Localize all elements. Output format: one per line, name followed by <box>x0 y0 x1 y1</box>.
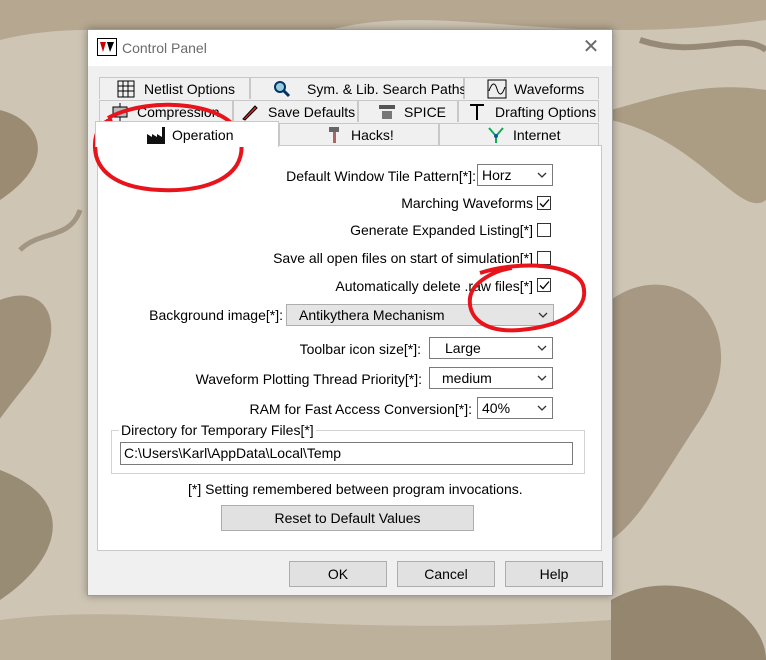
drafting-icon <box>470 104 484 120</box>
tab-netlist-options[interactable]: Netlist Options <box>99 77 250 99</box>
checkmark-icon <box>539 199 550 208</box>
temp-dir-input[interactable]: C:\Users\Karl\AppData\Local\Temp <box>120 442 573 465</box>
ram-conversion-label: RAM for Fast Access Conversion[*]: <box>249 401 472 417</box>
factory-icon <box>147 127 165 144</box>
temp-dir-group-title: Directory for Temporary Files[*] <box>119 422 316 438</box>
close-icon: ✕ <box>582 36 600 58</box>
expanded-listing-checkbox[interactable] <box>537 223 551 237</box>
background-image-select[interactable]: Antikythera Mechanism <box>286 304 554 326</box>
select-value: Large <box>445 340 481 356</box>
tab-label: Sym. & Lib. Search Paths <box>307 81 467 97</box>
background-image-label: Background image[*]: <box>149 307 283 323</box>
tab-compression[interactable]: Compression <box>99 100 233 122</box>
chevron-down-icon <box>537 405 547 411</box>
tab-label: Netlist Options <box>144 81 236 97</box>
hammer-icon <box>329 127 339 143</box>
tab-label: SPICE <box>404 104 447 120</box>
tab-label: Drafting Options <box>495 104 597 120</box>
ltspice-logo-icon <box>97 38 117 56</box>
chevron-down-icon <box>537 172 547 178</box>
tab-label: Save Defaults <box>268 104 356 120</box>
ok-button[interactable]: OK <box>289 561 387 587</box>
auto-delete-raw-checkbox[interactable] <box>537 278 551 292</box>
tab-label: Operation <box>172 127 234 143</box>
plot-priority-select[interactable]: medium <box>429 367 553 389</box>
waveform-icon <box>487 79 507 99</box>
tab-label: Waveforms <box>514 81 585 97</box>
select-value: Horz <box>482 167 512 183</box>
tile-pattern-select[interactable]: Horz <box>477 164 553 186</box>
help-button[interactable]: Help <box>505 561 603 587</box>
chevron-down-icon <box>537 375 547 381</box>
expanded-listing-label: Generate Expanded Listing[*] <box>350 222 533 238</box>
select-value: medium <box>442 370 492 386</box>
pen-icon <box>242 105 258 121</box>
spice-icon <box>379 105 395 119</box>
toolbar-icon-size-label: Toolbar icon size[*]: <box>299 341 421 357</box>
tab-save-defaults[interactable]: Save Defaults <box>233 100 358 122</box>
netlist-icon <box>117 80 135 98</box>
magnifier-icon <box>274 81 291 98</box>
tab-label: Internet <box>513 127 561 143</box>
persist-note: [*] Setting remembered between program i… <box>188 481 523 497</box>
checkmark-icon <box>539 281 550 290</box>
tab-internet[interactable]: Internet <box>439 123 599 145</box>
tab-operation[interactable]: Operation <box>95 121 279 147</box>
tab-hacks[interactable]: Hacks! <box>279 123 439 145</box>
chevron-down-icon <box>538 312 548 318</box>
tile-pattern-label: Default Window Tile Pattern[*]: <box>286 168 476 184</box>
ram-conversion-select[interactable]: 40% <box>477 397 553 419</box>
window-title: Control Panel <box>122 40 207 56</box>
compression-icon <box>112 103 128 121</box>
title-bar: Control Panel ✕ <box>88 30 612 66</box>
cancel-button[interactable]: Cancel <box>397 561 495 587</box>
input-value: C:\Users\Karl\AppData\Local\Temp <box>124 445 342 461</box>
marching-waveforms-label: Marching Waveforms <box>401 195 533 211</box>
save-all-files-checkbox[interactable] <box>537 251 551 265</box>
chevron-down-icon <box>537 345 547 351</box>
reset-defaults-button[interactable]: Reset to Default Values <box>221 505 474 531</box>
control-panel-dialog: Control Panel ✕ Netlist Options Sym. & L… <box>87 29 613 596</box>
toolbar-icon-size-select[interactable]: Large <box>429 337 553 359</box>
tab-label: Hacks! <box>351 127 394 143</box>
close-button[interactable]: ✕ <box>578 36 604 58</box>
tab-sym-lib-search-paths[interactable]: Sym. & Lib. Search Paths <box>250 77 467 99</box>
auto-delete-raw-label: Automatically delete .raw files[*] <box>335 278 533 294</box>
select-value: Antikythera Mechanism <box>299 307 445 323</box>
tab-drafting-options[interactable]: Drafting Options <box>458 100 599 122</box>
marching-waveforms-checkbox[interactable] <box>537 196 551 210</box>
network-icon <box>488 127 504 143</box>
plot-priority-label: Waveform Plotting Thread Priority[*]: <box>195 371 422 387</box>
tab-waveforms[interactable]: Waveforms <box>464 77 599 99</box>
select-value: 40% <box>482 400 511 416</box>
tab-spice[interactable]: SPICE <box>358 100 458 122</box>
save-all-files-label: Save all open files on start of simulati… <box>273 250 533 266</box>
tab-label: Compression <box>137 104 220 120</box>
